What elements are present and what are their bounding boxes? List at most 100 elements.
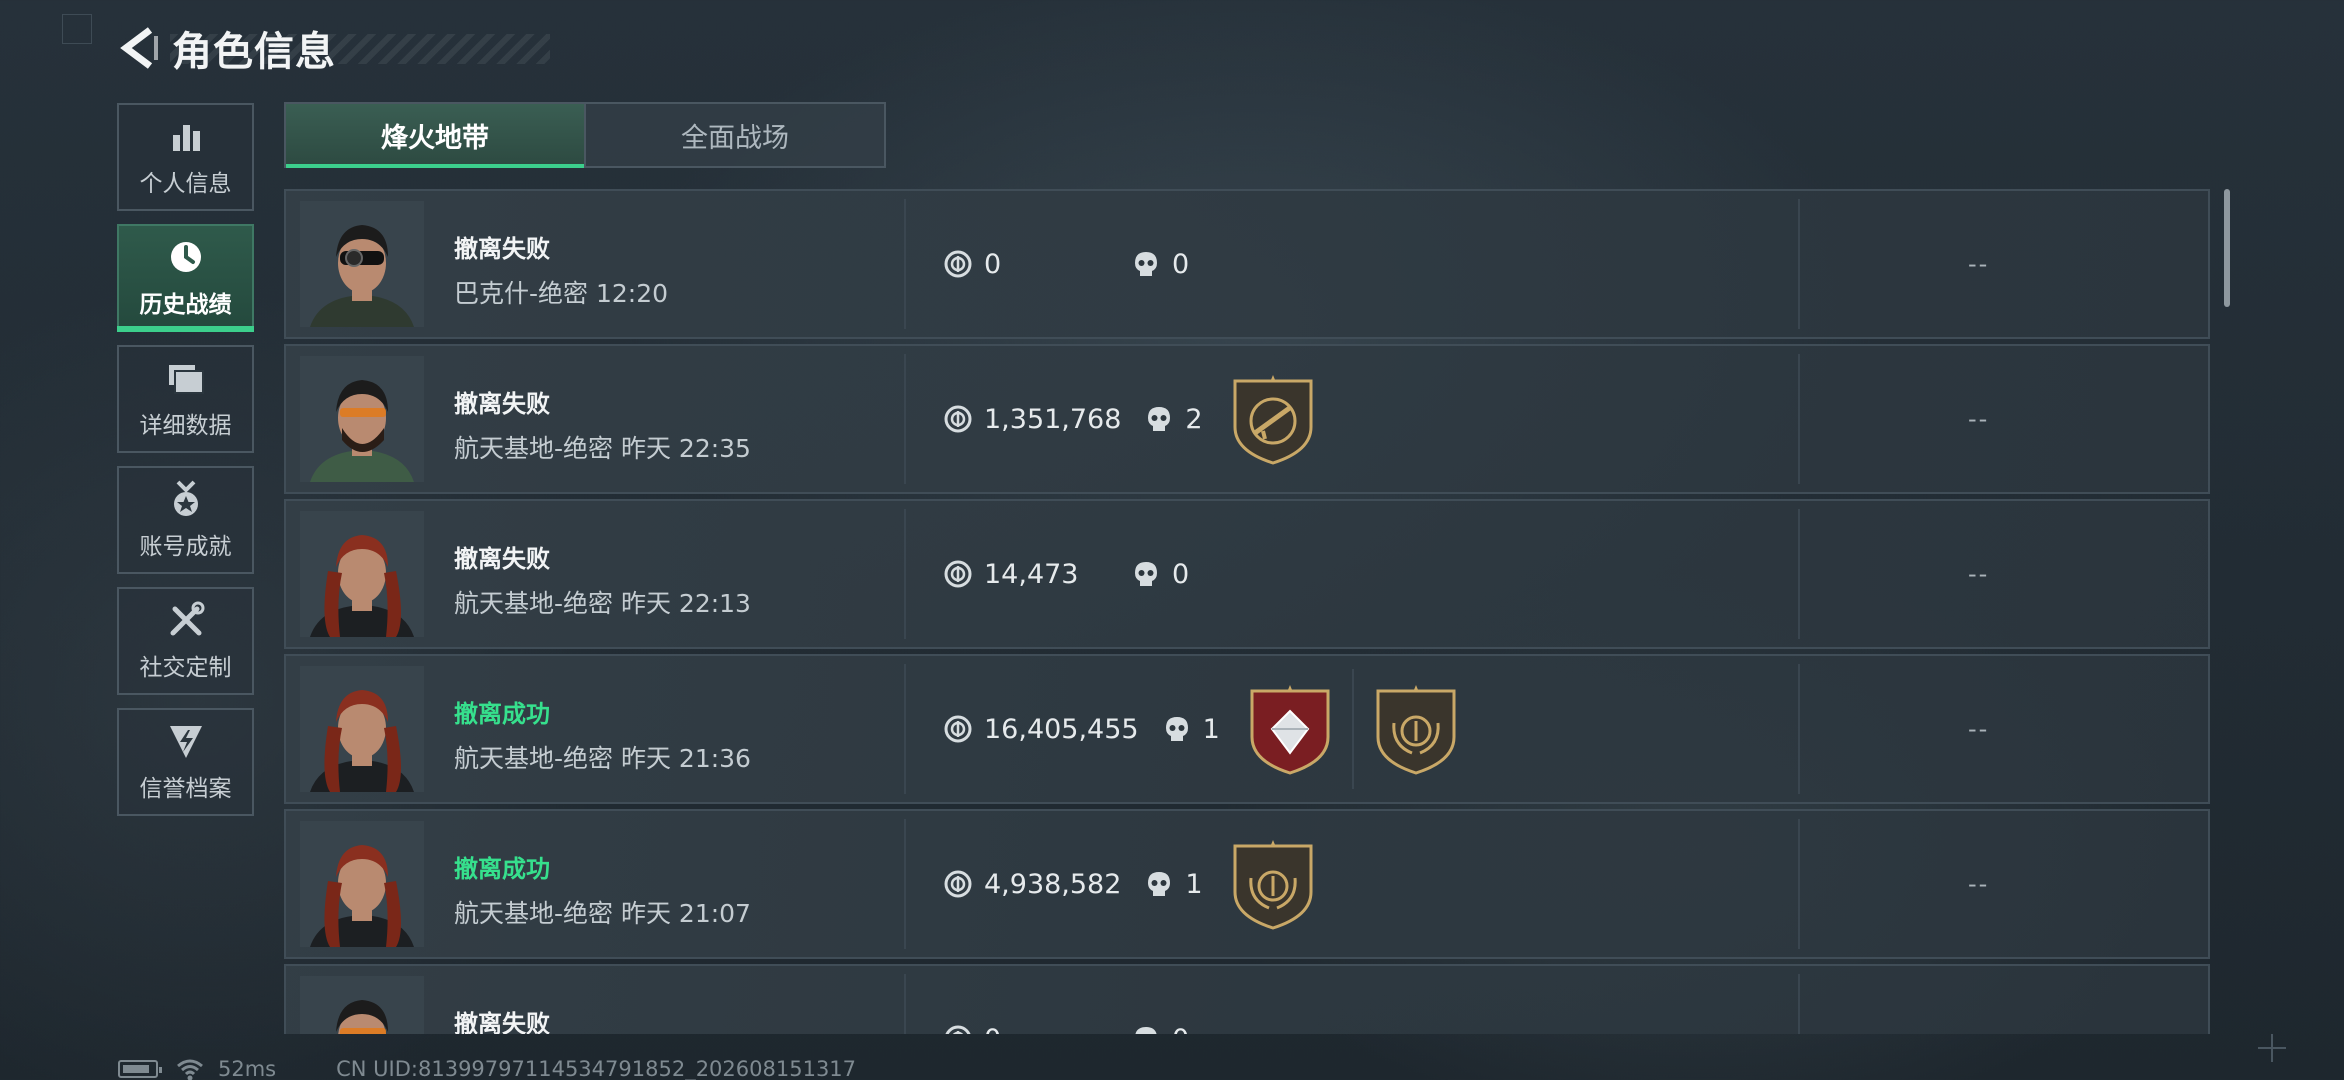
list-scrollbar[interactable] — [2224, 189, 2230, 1034]
sidebar-item-label: 信誉档案 — [139, 776, 232, 802]
match-record-row[interactable]: 撤离失败 0 0 -- — [284, 964, 2210, 1034]
laurel-coin-badge[interactable] — [1229, 838, 1317, 930]
record-extra-value: -- — [1968, 405, 1990, 433]
kills-stat: 0 — [1130, 248, 1189, 280]
operator-avatar — [300, 511, 424, 637]
kills-value: 0 — [1172, 248, 1190, 280]
coins-value: 14,473 — [984, 558, 1079, 590]
page-title: 角色信息 — [172, 29, 336, 75]
sidebar-item-detailed-data[interactable]: 详细数据 — [117, 345, 254, 453]
sidebar-item-achievements[interactable]: 账号成就 — [117, 466, 254, 574]
kills-stat: 0 — [1130, 1023, 1189, 1034]
skull-icon — [1161, 713, 1193, 745]
extraction-status: 撤离失败 — [454, 390, 550, 418]
coin-icon — [942, 248, 974, 280]
skull-icon — [1143, 868, 1175, 900]
record-extra-value: -- — [1968, 560, 1990, 588]
laurel-coin-badge[interactable] — [1372, 683, 1460, 775]
record-info: 撤离成功 航天基地-绝密 昨天 21:07 — [454, 849, 751, 930]
match-record-row[interactable]: 撤离成功 航天基地-绝密 昨天 21:36 16,405,455 1 -- — [284, 654, 2210, 804]
scrollbar-thumb[interactable] — [2224, 189, 2230, 307]
column-divider — [1798, 664, 1800, 794]
tab-full-battlefield[interactable]: 全面战场 — [584, 104, 884, 166]
tab-hazard-zone[interactable]: 烽火地带 — [286, 104, 584, 168]
skull-icon — [1130, 248, 1162, 280]
map-and-time: 航天基地-绝密 昨天 21:36 — [454, 744, 751, 773]
sidebar-item-label: 历史战绩 — [139, 292, 232, 318]
mode-tabs: 烽火地带 全面战场 — [284, 102, 886, 168]
map-and-time: 航天基地-绝密 昨天 22:13 — [454, 589, 751, 618]
coin-icon — [942, 403, 974, 435]
coin-icon — [942, 713, 974, 745]
coins-value: 4,938,582 — [984, 868, 1122, 900]
extraction-status: 撤离成功 — [454, 855, 550, 883]
record-extra-value: -- — [1968, 870, 1990, 898]
skull-icon — [1143, 403, 1175, 435]
record-extra-value: -- — [1968, 715, 1990, 743]
clock-icon — [166, 237, 206, 277]
back-button[interactable] — [118, 20, 162, 76]
side-navigation: 个人信息 历史战绩 详细数据 账号成就 社交定制 信誉档案 — [117, 103, 254, 829]
skull-icon — [1130, 558, 1162, 590]
match-record-row[interactable]: 撤离失败 航天基地-绝密 昨天 22:13 14,473 0 -- — [284, 499, 2210, 649]
coins-value: 0 — [984, 1024, 1001, 1035]
kills-stat: 0 — [1130, 558, 1189, 590]
column-divider — [1798, 974, 1800, 1034]
record-info: 撤离成功 航天基地-绝密 昨天 21:36 — [454, 694, 751, 775]
corner-frame-mark — [62, 14, 92, 44]
column-divider — [1798, 199, 1800, 329]
column-divider — [904, 509, 906, 639]
sidebar-item-match-history[interactable]: 历史战绩 — [117, 224, 254, 332]
battery-icon — [118, 1060, 162, 1078]
column-divider — [904, 199, 906, 329]
record-badges — [1246, 656, 1460, 802]
record-info: 撤离失败 — [454, 1004, 550, 1034]
match-record-row[interactable]: 撤离成功 航天基地-绝密 昨天 21:07 4,938,582 1 -- — [284, 809, 2210, 959]
extraction-status: 撤离成功 — [454, 700, 550, 728]
user-uid: CN UID:81399797114534791852_202608151317 — [336, 1057, 857, 1080]
operator-avatar — [300, 356, 424, 482]
kills-stat: 2 — [1143, 403, 1203, 435]
sidebar-item-credit-record[interactable]: 信誉档案 — [117, 708, 254, 816]
kills-stat: 1 — [1143, 868, 1203, 900]
tools-icon — [166, 600, 206, 640]
rifle-badge[interactable] — [1229, 373, 1317, 465]
coin-icon — [942, 1023, 974, 1034]
kills-stat: 1 — [1161, 713, 1220, 745]
bar-chart-icon — [166, 116, 206, 156]
medal-icon — [166, 479, 206, 519]
diamond-badge[interactable] — [1246, 683, 1334, 775]
match-history-list: 撤离失败 巴克什-绝密 12:20 0 0 -- 撤离失败 航天基地-绝密 昨天… — [284, 189, 2210, 1034]
operator-avatar — [300, 976, 424, 1034]
sidebar-item-label: 账号成就 — [139, 534, 232, 560]
column-divider — [904, 664, 906, 794]
ping-value: 52ms — [218, 1057, 277, 1080]
sidebar-item-label: 个人信息 — [139, 171, 232, 197]
sidebar-item-social-custom[interactable]: 社交定制 — [117, 587, 254, 695]
record-stats: 0 0 — [942, 191, 1189, 337]
record-info: 撤离失败 巴克什-绝密 12:20 — [454, 229, 668, 310]
record-stats: 1,351,768 2 — [942, 346, 1203, 492]
match-record-row[interactable]: 撤离失败 航天基地-绝密 昨天 22:35 1,351,768 2 -- — [284, 344, 2210, 494]
map-and-time: 航天基地-绝密 昨天 21:07 — [454, 899, 751, 928]
record-info: 撤离失败 航天基地-绝密 昨天 22:13 — [454, 539, 751, 620]
column-divider — [904, 974, 906, 1034]
record-extra-value: -- — [1968, 966, 1989, 1034]
record-stats: 16,405,455 1 — [942, 656, 1220, 802]
operator-avatar — [300, 666, 424, 792]
coins-stat: 14,473 — [942, 558, 1078, 590]
coins-value: 0 — [984, 248, 1002, 280]
coins-stat: 0 — [942, 1023, 1001, 1034]
shield-icon — [166, 721, 206, 761]
sidebar-item-personal-info[interactable]: 个人信息 — [117, 103, 254, 211]
match-record-row[interactable]: 撤离失败 巴克什-绝密 12:20 0 0 -- — [284, 189, 2210, 339]
column-divider — [904, 354, 906, 484]
kills-value: 0 — [1172, 558, 1190, 590]
coins-stat: 1,351,768 — [942, 403, 1121, 435]
record-stats: 4,938,582 1 — [942, 811, 1203, 957]
coins-value: 1,351,768 — [984, 403, 1122, 435]
coins-value: 16,405,455 — [984, 713, 1139, 745]
operator-avatar — [300, 201, 424, 327]
sidebar-item-label: 社交定制 — [139, 655, 232, 681]
page-header: 角色信息 — [118, 20, 550, 76]
